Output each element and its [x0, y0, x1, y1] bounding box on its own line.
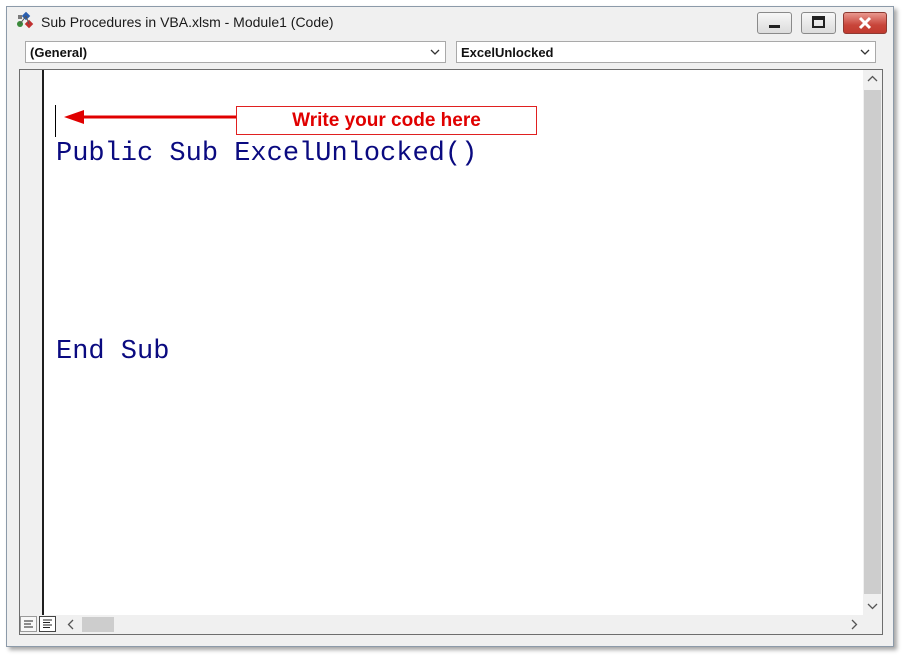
maximize-icon: [812, 16, 825, 28]
chevron-down-icon: [860, 49, 870, 55]
vba-project-icon: [17, 11, 34, 29]
scroll-down-icon[interactable]: [863, 597, 882, 615]
annotation-arrow-icon: [64, 110, 236, 124]
title-bar[interactable]: Sub Procedures in VBA.xlsm - Module1 (Co…: [7, 7, 893, 37]
full-module-view-button[interactable]: [39, 616, 56, 632]
horizontal-scroll-thumb[interactable]: [82, 617, 114, 632]
object-combobox-value: (General): [30, 45, 88, 60]
close-icon: [858, 16, 872, 30]
bottom-bar: [20, 615, 882, 634]
text-caret: [55, 105, 56, 137]
close-button[interactable]: [843, 12, 887, 34]
vertical-scroll-thumb[interactable]: [864, 90, 881, 594]
window-title: Sub Procedures in VBA.xlsm - Module1 (Co…: [41, 14, 334, 30]
code-editor[interactable]: Public Sub ExcelUnlocked() End Sub: [19, 69, 883, 635]
minimize-icon: [769, 25, 780, 28]
annotation-callout: Write your code here: [236, 106, 537, 135]
code-line[interactable]: Public Sub ExcelUnlocked(): [56, 138, 477, 171]
chevron-down-icon: [430, 49, 440, 55]
procedure-view-button[interactable]: [20, 616, 37, 632]
scrollbar-corner: [863, 615, 882, 634]
maximize-button[interactable]: [801, 12, 836, 34]
object-combobox[interactable]: (General): [25, 41, 446, 63]
scroll-right-icon[interactable]: [845, 616, 863, 633]
minimize-button[interactable]: [757, 12, 792, 34]
procedure-combobox[interactable]: ExcelUnlocked: [456, 41, 876, 63]
scroll-up-icon[interactable]: [863, 70, 882, 88]
code-line[interactable]: End Sub: [56, 336, 477, 369]
code-line[interactable]: [56, 237, 477, 270]
vertical-scrollbar[interactable]: [863, 70, 882, 615]
combo-bar: (General) ExcelUnlocked: [7, 39, 893, 67]
scroll-left-icon[interactable]: [62, 616, 80, 633]
code-window: Sub Procedures in VBA.xlsm - Module1 (Co…: [6, 6, 894, 647]
margin-indicator-bar[interactable]: [20, 70, 44, 615]
full-module-view-icon: [43, 619, 52, 628]
procedure-combobox-value: ExcelUnlocked: [461, 45, 554, 60]
procedure-view-icon: [24, 620, 33, 628]
